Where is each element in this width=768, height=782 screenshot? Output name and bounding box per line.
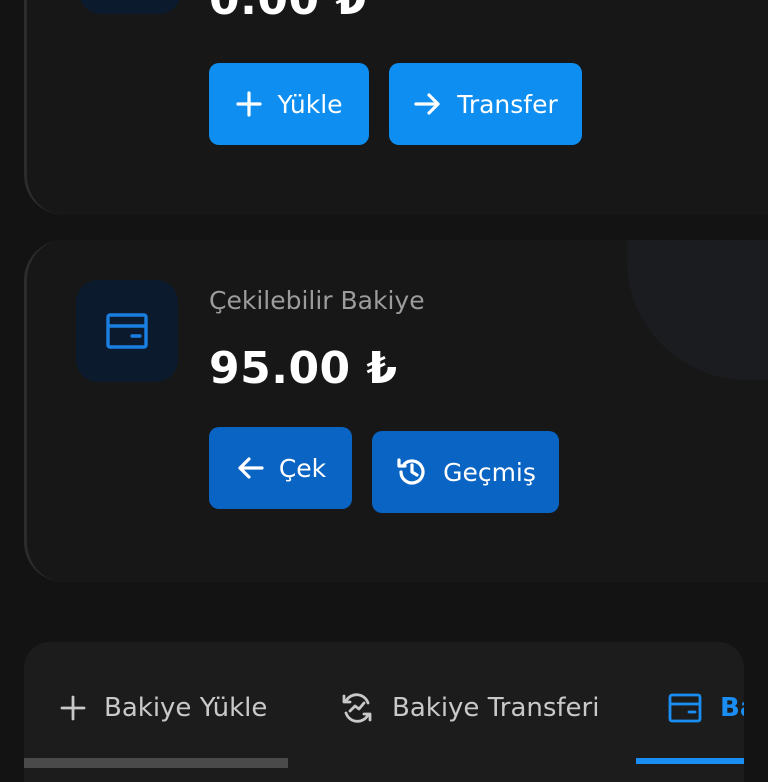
transfer-chart-icon <box>342 693 372 723</box>
card-decoration <box>627 240 768 380</box>
load-button[interactable]: Yükle <box>209 63 369 145</box>
balance-card-top: 0.00 ₺ Yükle Transfer <box>24 0 768 215</box>
plus-icon <box>60 695 86 721</box>
withdrawable-balance-card: Çekilebilir Bakiye 95.00 ₺ Çek Geçmiş <box>24 240 768 582</box>
withdraw-button[interactable]: Çek <box>209 427 352 509</box>
arrow-left-icon <box>238 457 264 479</box>
tab-balance-transfer-label: Bakiye Transferi <box>392 693 600 723</box>
tab-balance-withdraw-label: Ba <box>720 693 744 723</box>
tab-balance-transfer[interactable]: Bakiye Transferi <box>340 678 599 738</box>
plus-icon <box>236 91 263 117</box>
arrow-right-icon <box>414 93 440 115</box>
wallet-icon <box>668 693 702 723</box>
history-button[interactable]: Geçmiş <box>372 431 559 513</box>
transfer-button[interactable]: Transfer <box>389 63 582 145</box>
withdrawable-balance-amount: 95.00 ₺ <box>209 343 398 394</box>
wallet-icon <box>106 313 148 349</box>
withdraw-button-label: Çek <box>278 453 327 483</box>
history-button-label: Geçmiş <box>443 457 536 487</box>
tab-scrollbar[interactable] <box>24 758 288 768</box>
history-icon <box>397 458 425 485</box>
bottom-tab-bar: Bakiye Yükle Bakiye Transferi Ba <box>24 642 744 782</box>
card-icon-box <box>79 0 181 14</box>
wallet-icon-box <box>76 280 178 382</box>
active-tab-indicator <box>636 758 744 764</box>
load-button-label: Yükle <box>277 89 343 119</box>
top-balance-amount: 0.00 ₺ <box>209 0 367 25</box>
tab-load-balance-label: Bakiye Yükle <box>104 693 268 723</box>
transfer-button-label: Transfer <box>457 89 558 119</box>
tab-load-balance[interactable]: Bakiye Yükle <box>60 678 267 738</box>
withdrawable-balance-label: Çekilebilir Bakiye <box>209 286 425 315</box>
tab-balance-withdraw[interactable]: Ba <box>668 678 744 738</box>
